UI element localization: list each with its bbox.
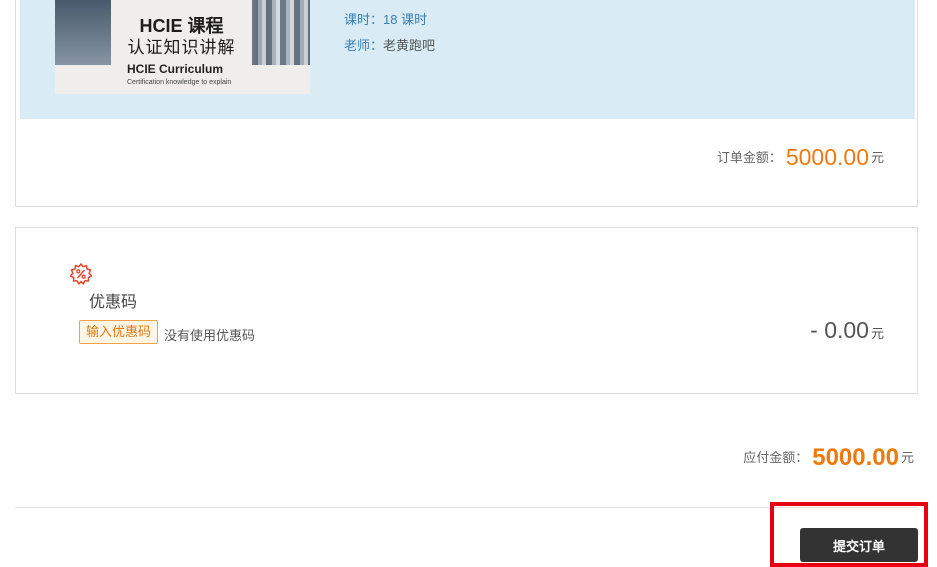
payable-total: 应付金额： 5000.00 元 [743, 444, 914, 472]
course-item: HCIE 课程 认证知识讲解 HCIE Curriculum Certifica… [20, 0, 915, 119]
payable-amount: 5000.00 [812, 444, 899, 471]
thumbnail-subtitle: HCIE Curriculum [127, 62, 224, 76]
coupon-card: 优惠码 输入优惠码 没有使用优惠码 - 0.00 元 [15, 227, 918, 394]
order-total-amount: 5000.00 [785, 144, 869, 170]
order-total-unit: 元 [870, 150, 884, 165]
payable-unit: 元 [900, 450, 914, 465]
thumbnail-photo-right [252, 0, 310, 65]
order-total-label: 订单金额： [716, 150, 782, 165]
coupon-status: 没有使用优惠码 [164, 328, 256, 343]
order-total: 订单金额： 5000.00 元 [717, 144, 884, 171]
course-hours-label: 课时： [344, 12, 384, 27]
thumbnail-caption: Certification knowledge to explain [127, 79, 232, 86]
course-teacher-label: 老师： [344, 38, 384, 53]
course-teacher: 老师：老黄跑吧 [344, 35, 435, 54]
course-hours: 课时：18 课时 [344, 9, 427, 28]
payable-label: 应付金额： [743, 450, 809, 465]
enter-coupon-button[interactable]: 输入优惠码 [79, 320, 159, 344]
thumbnail-photo-left [55, 0, 111, 65]
course-thumbnail[interactable]: HCIE 课程 认证知识讲解 HCIE Curriculum Certifica… [55, 0, 310, 94]
submit-order-button[interactable]: 提交订单 [800, 528, 918, 562]
coupon-percent-icon [70, 263, 92, 285]
course-hours-value: 18 课时 [383, 12, 428, 27]
coupon-discount-unit: 元 [870, 326, 884, 341]
course-teacher-value: 老黄跑吧 [383, 38, 436, 53]
coupon-discount: - 0.00 元 [810, 317, 884, 344]
course-card: HCIE 课程 认证知识讲解 HCIE Curriculum Certifica… [15, 0, 918, 207]
thumbnail-title-line2: 认证知识讲解 [127, 38, 236, 57]
coupon-discount-amount: - 0.00 [810, 317, 869, 343]
coupon-title: 优惠码 [89, 294, 138, 311]
